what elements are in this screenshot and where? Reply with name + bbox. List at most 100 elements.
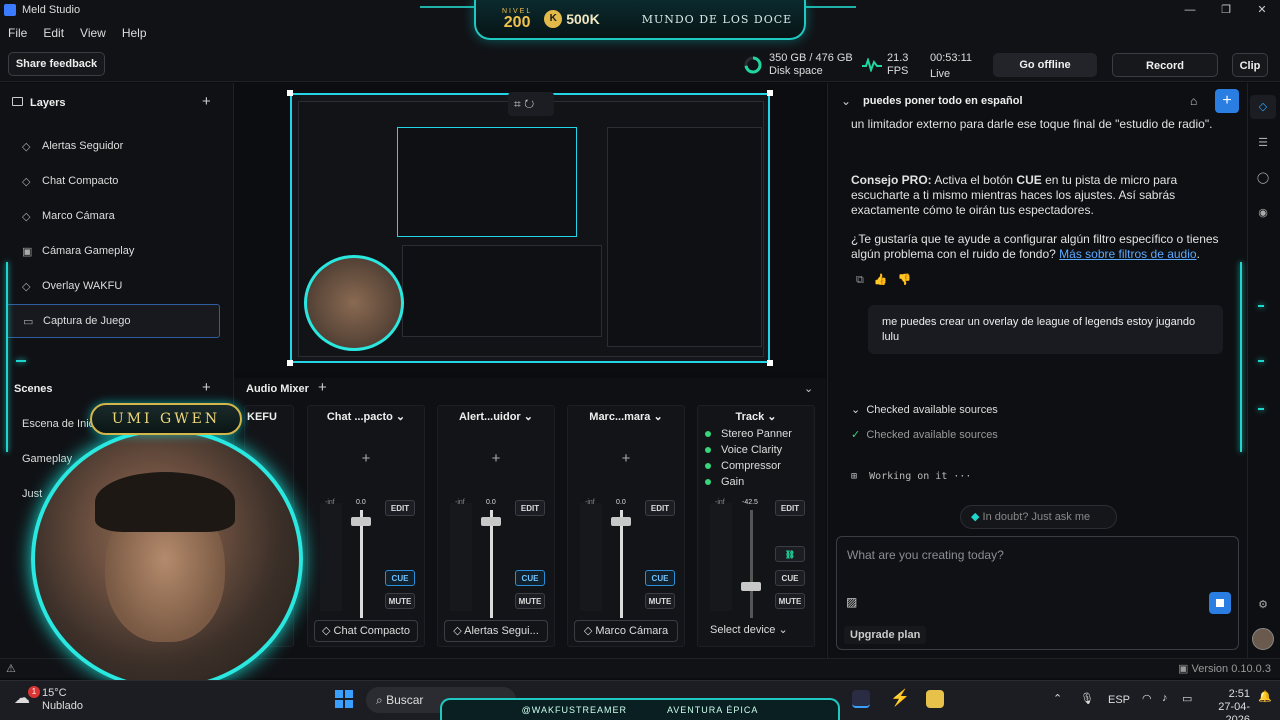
weather-widget[interactable]: 15°C Nublado [42,687,83,713]
channel-name[interactable]: Chat ...pacto ⌄ [308,406,424,428]
notification-icon[interactable]: 🔔 [1258,690,1272,703]
go-offline-button[interactable]: Go offline [993,53,1097,77]
scene-item-just[interactable]: Just [22,488,42,500]
crop-icon[interactable]: ⌗ [514,97,521,111]
mute-button[interactable]: MUTE [645,593,675,609]
scene-item-gameplay[interactable]: Gameplay [22,453,72,465]
chat-input[interactable]: What are you creating today? [847,548,1004,562]
menu-file[interactable]: File [8,26,27,40]
mute-button[interactable]: MUTE [385,593,415,609]
image-attach-icon[interactable]: ▨ [846,595,857,609]
edit-button[interactable]: EDIT [515,500,545,516]
thumbs-down-icon[interactable]: 👎 [898,274,922,286]
channel-name[interactable]: Alert...uidor ⌄ [438,406,554,428]
fader-knob[interactable] [351,516,371,526]
channel-name[interactable]: Marc...mara ⌄ [568,406,684,428]
thumbs-up-icon[interactable]: 👍 [874,274,898,286]
layer-item-alertas[interactable]: ◇ Alertas Seguidor [6,129,220,163]
copy-icon[interactable]: ⧉ [856,274,874,286]
select-device-dropdown[interactable]: Select device ⌄ [700,620,804,642]
cue-button[interactable]: CUE [775,570,805,586]
filter-item[interactable]: Voice Clarity [700,444,812,456]
resize-handle[interactable] [287,360,293,366]
audio-filters-link[interactable]: Más sobre filtros de audio [1059,247,1196,261]
scene-item-inicio[interactable]: Escena de Inic [22,418,94,430]
edit-button[interactable]: EDIT [645,500,675,516]
add-filter-icon[interactable]: + [308,450,424,467]
battery-icon[interactable]: ▭ [1182,692,1192,705]
cue-button[interactable]: CUE [385,570,415,586]
mixer-collapse-icon[interactable]: ⌄ [804,382,813,395]
language-indicator[interactable]: ESP [1108,694,1130,706]
settings-gear-icon[interactable]: ⚙ [1256,598,1270,611]
filter-item[interactable]: Stereo Panner [700,428,812,440]
clip-button[interactable]: Clip [1232,53,1268,77]
menu-edit[interactable]: Edit [43,26,64,40]
record-button[interactable]: Record [1112,53,1218,77]
new-chat-button[interactable]: + [1215,89,1239,113]
device-select[interactable]: ◇ Chat Compacto [314,620,418,642]
tray-chevron-icon[interactable]: ⌃ [1053,692,1062,705]
chat-bubble-icon[interactable]: ◯ [1256,171,1270,184]
microphone-icon[interactable]: 🎙 [1080,692,1094,705]
sliders-icon[interactable]: ☰ [1256,136,1270,149]
layer-item-camara[interactable]: ▣ Cámara Gameplay [6,234,220,268]
minimize-button[interactable]: — [1172,0,1208,20]
add-layer-icon[interactable]: + [202,93,211,110]
windows-start-icon[interactable] [335,690,353,708]
add-filter-icon[interactable]: + [568,450,684,467]
meld-app-icon[interactable] [852,690,870,708]
volume-fader[interactable] [360,510,363,618]
warning-icon[interactable]: ⚠ [6,662,16,675]
resize-handle[interactable] [287,90,293,96]
assistant-tab-icon[interactable]: ◇ [1250,95,1276,119]
volume-fader[interactable] [490,510,493,618]
avatar[interactable] [1252,628,1274,650]
close-button[interactable]: ✕ [1244,0,1280,20]
doubt-hint[interactable]: ◆ In doubt? Just ask me [960,505,1117,529]
edit-button[interactable]: EDIT [775,500,805,516]
volume-fader[interactable] [620,510,623,618]
home-icon[interactable]: ⌂ [1190,94,1197,108]
channel-name[interactable]: Track ⌄ [698,406,814,428]
layer-item-chat[interactable]: ◇ Chat Compacto [6,164,220,198]
mute-button[interactable]: MUTE [515,593,545,609]
wifi-icon[interactable]: ◠ [1142,692,1152,705]
menu-help[interactable]: Help [122,26,147,40]
volume-icon[interactable]: ♪ [1162,692,1168,704]
app-icon[interactable] [926,690,944,708]
stop-button[interactable] [1209,592,1231,614]
link-icon[interactable]: ⛓ [775,546,805,562]
fader-knob[interactable] [741,581,761,591]
cue-button[interactable]: CUE [645,570,675,586]
maximize-button[interactable]: ❐ [1208,0,1244,20]
edit-button[interactable]: EDIT [385,500,415,516]
sources-toggle[interactable]: ⌄ Checked available sources [851,403,998,416]
stream-preview[interactable] [290,93,770,363]
fader-knob[interactable] [481,516,501,526]
resize-handle[interactable] [767,360,773,366]
filter-item[interactable]: Compressor [700,460,812,472]
device-select[interactable]: ◇ Alertas Segui... [444,620,548,642]
clock[interactable]: 2:51 27-04-2026 [1205,688,1250,720]
cue-button[interactable]: CUE [515,570,545,586]
collapse-chevron-icon[interactable]: ⌄ [841,94,851,108]
volume-fader[interactable] [750,510,753,618]
layer-item-overlay[interactable]: ◇ Overlay WAKFU [6,269,220,303]
mute-button[interactable]: MUTE [775,593,805,609]
resize-handle[interactable] [767,90,773,96]
filter-item[interactable]: Gain [700,476,812,488]
add-filter-icon[interactable]: + [438,450,554,467]
rotate-icon[interactable]: ↻ [524,97,534,111]
fader-knob[interactable] [611,516,631,526]
menu-view[interactable]: View [80,26,106,40]
add-audio-icon[interactable]: + [318,379,327,396]
upgrade-plan-button[interactable]: Upgrade plan [844,626,927,644]
add-scene-icon[interactable]: + [202,379,211,396]
share-feedback-button[interactable]: Share feedback [8,52,105,76]
broadcast-icon[interactable]: ◉ [1256,206,1270,219]
layer-item-marco[interactable]: ◇ Marco Cámara [6,199,220,233]
bolt-app-icon[interactable]: ⚡ [890,690,910,708]
layer-item-captura[interactable]: ▭ Captura de Juego [6,304,220,338]
device-select[interactable]: ◇ Marco Cámara [574,620,678,642]
